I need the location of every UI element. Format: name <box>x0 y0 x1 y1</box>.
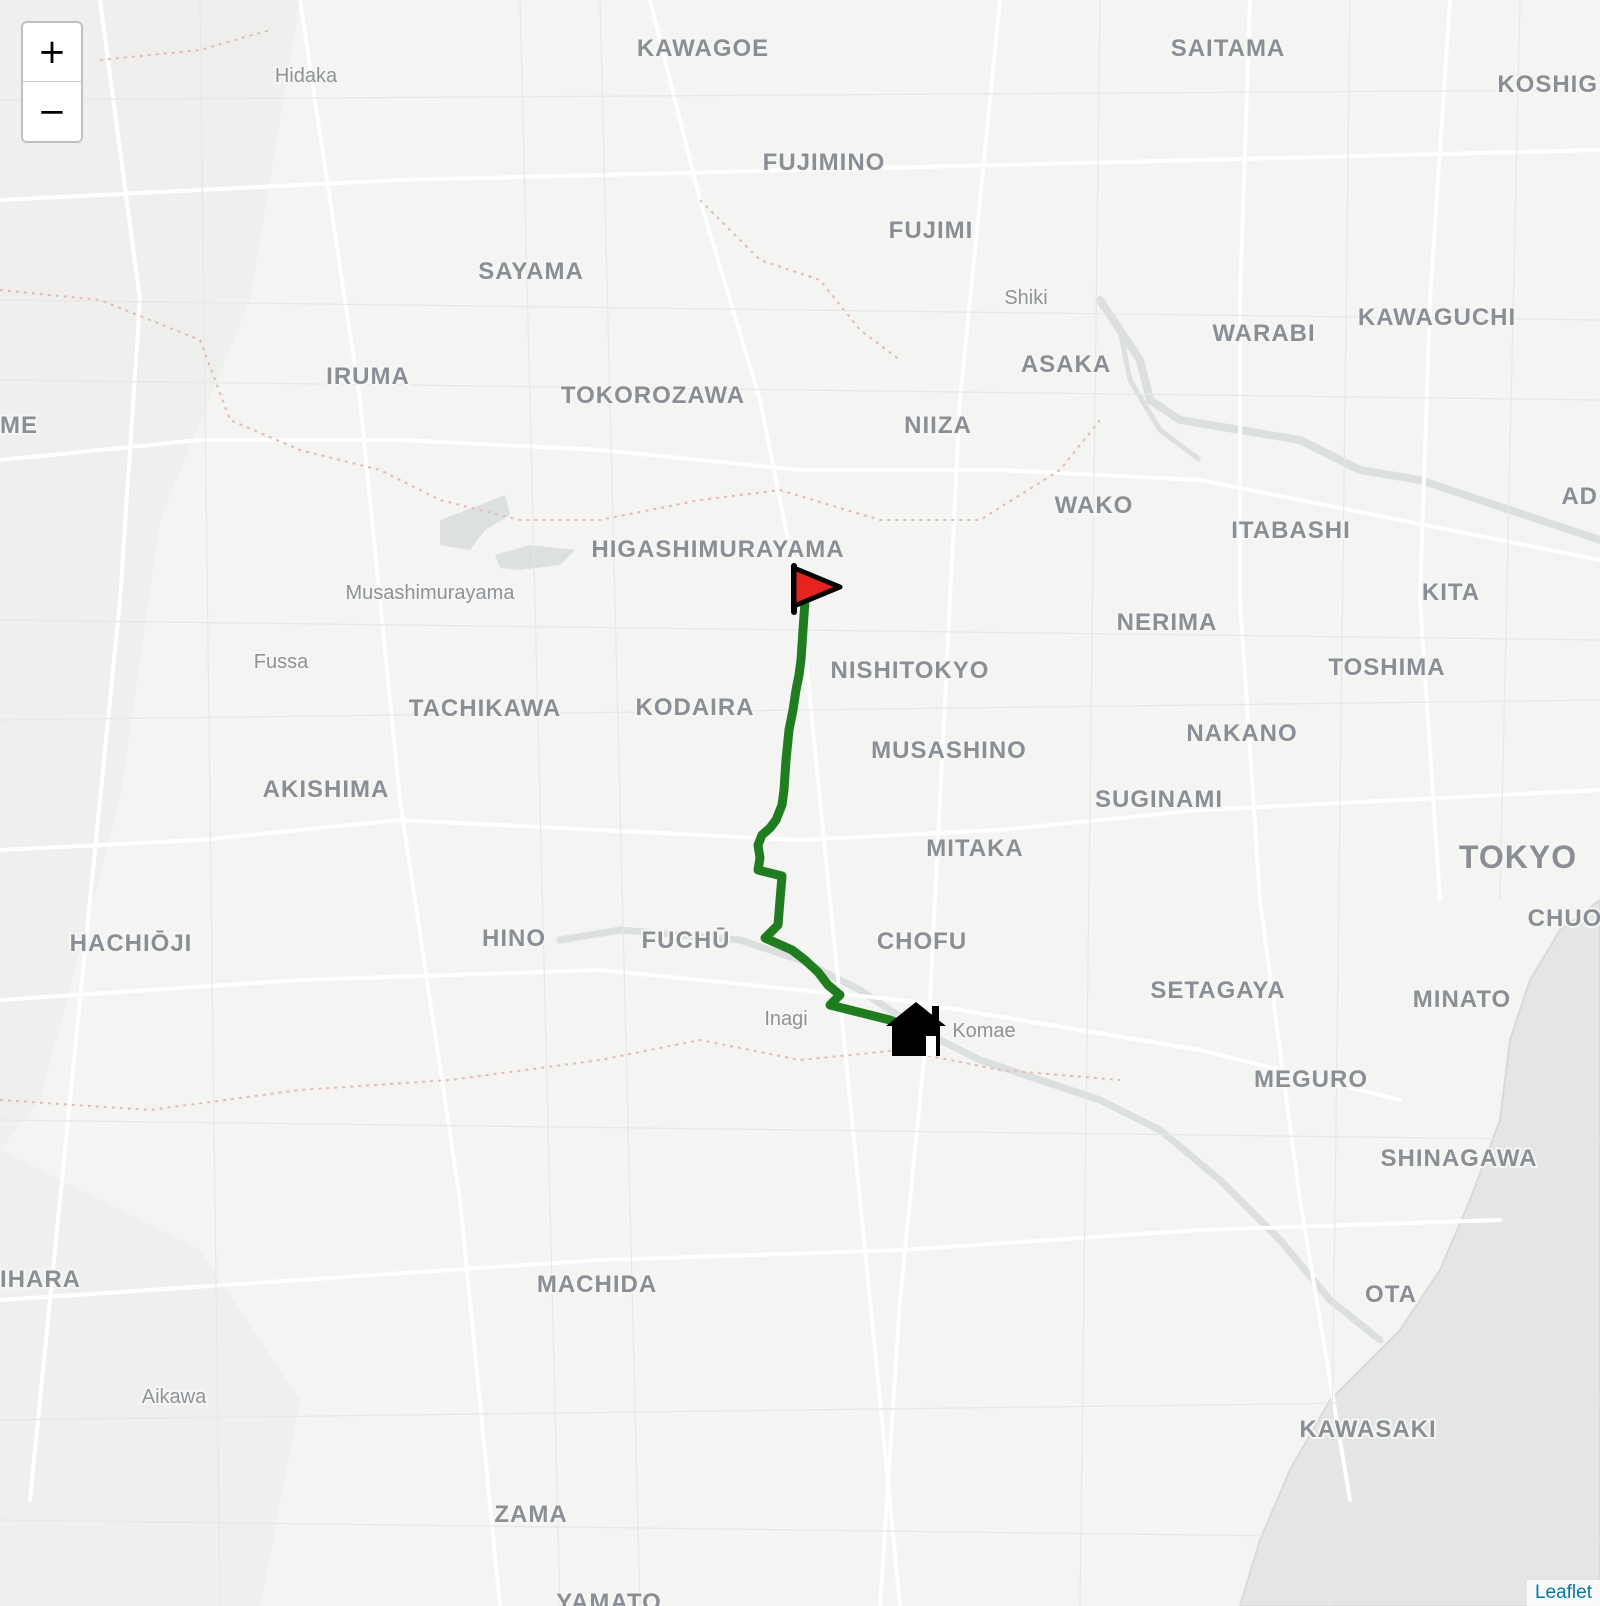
place-label: WAKO <box>1055 492 1134 519</box>
place-label: WARABI <box>1212 320 1315 347</box>
place-label: AKISHIMA <box>263 776 390 803</box>
place-label: KOSHIG <box>1497 71 1598 98</box>
place-label: NERIMA <box>1117 609 1218 636</box>
place-label: KODAIRA <box>636 694 755 721</box>
place-label: Musashimurayama <box>346 582 516 604</box>
place-label: Aikawa <box>142 1386 207 1408</box>
place-label: SUGINAMI <box>1095 786 1223 813</box>
place-label: KAWAGUCHI <box>1358 304 1516 331</box>
zoom-control: + − <box>21 21 83 143</box>
place-label: ZAMA <box>494 1501 567 1528</box>
place-label: MINATO <box>1413 986 1511 1013</box>
place-label: Komae <box>952 1020 1015 1042</box>
place-label: KITA <box>1422 579 1480 606</box>
place-label: HACHIŌJI <box>70 930 193 957</box>
place-label: FUCHŪ <box>642 927 731 954</box>
place-label: SAYAMA <box>478 258 584 285</box>
place-label: TOSHIMA <box>1328 654 1445 681</box>
place-label: OTA <box>1365 1281 1417 1308</box>
place-label: HINO <box>482 925 546 952</box>
flag-icon[interactable] <box>791 563 843 615</box>
place-label: ASAKA <box>1021 351 1111 378</box>
place-label: FUJIMI <box>889 217 974 244</box>
place-label: YAMATO <box>556 1589 662 1606</box>
place-label: Hidaka <box>275 65 338 87</box>
place-label: MITAKA <box>926 835 1024 862</box>
place-label: TACHIKAWA <box>409 695 562 722</box>
place-label: KAWASAKI <box>1299 1416 1436 1443</box>
place-label: TOKOROZAWA <box>561 382 745 409</box>
attribution-link[interactable]: Leaflet <box>1526 1580 1600 1606</box>
zoom-out-button[interactable]: − <box>23 82 81 141</box>
place-label: MEGURO <box>1254 1066 1368 1093</box>
place-label: TOKYO <box>1459 839 1577 875</box>
place-label: IHARA <box>0 1266 81 1293</box>
place-label: Fussa <box>254 651 309 673</box>
place-label: NIIZA <box>904 412 972 439</box>
place-label: SHINAGAWA <box>1380 1145 1537 1172</box>
place-label: Shiki <box>1004 287 1047 309</box>
place-label: ITABASHI <box>1231 517 1351 544</box>
place-label: AD <box>1561 483 1598 510</box>
place-label: Inagi <box>764 1008 807 1030</box>
basemap-tiles <box>0 0 1600 1606</box>
place-label: SAITAMA <box>1171 35 1286 62</box>
place-label: CHOFU <box>877 928 967 955</box>
place-label: HIGASHIMURAYAMA <box>591 536 844 563</box>
place-label: IRUMA <box>326 363 410 390</box>
place-label: SETAGAYA <box>1150 977 1285 1004</box>
place-label: ME <box>0 412 38 439</box>
place-label: MACHIDA <box>537 1271 657 1298</box>
map-container[interactable]: KAWAGOE SAITAMA KOSHIG Hidaka FUJIMINO FUJIMI… <box>0 0 1600 1606</box>
place-label: MUSASHINO <box>871 737 1027 764</box>
zoom-in-button[interactable]: + <box>23 23 81 82</box>
place-label: FUJIMINO <box>763 149 886 176</box>
place-label: CHUO <box>1528 905 1600 932</box>
map-canvas[interactable]: KAWAGOE SAITAMA KOSHIG Hidaka FUJIMINO FUJIMI… <box>0 0 1600 1606</box>
place-label: KAWAGOE <box>637 35 769 62</box>
place-label: NAKANO <box>1186 720 1297 747</box>
place-label: NISHITOKYO <box>831 657 990 684</box>
